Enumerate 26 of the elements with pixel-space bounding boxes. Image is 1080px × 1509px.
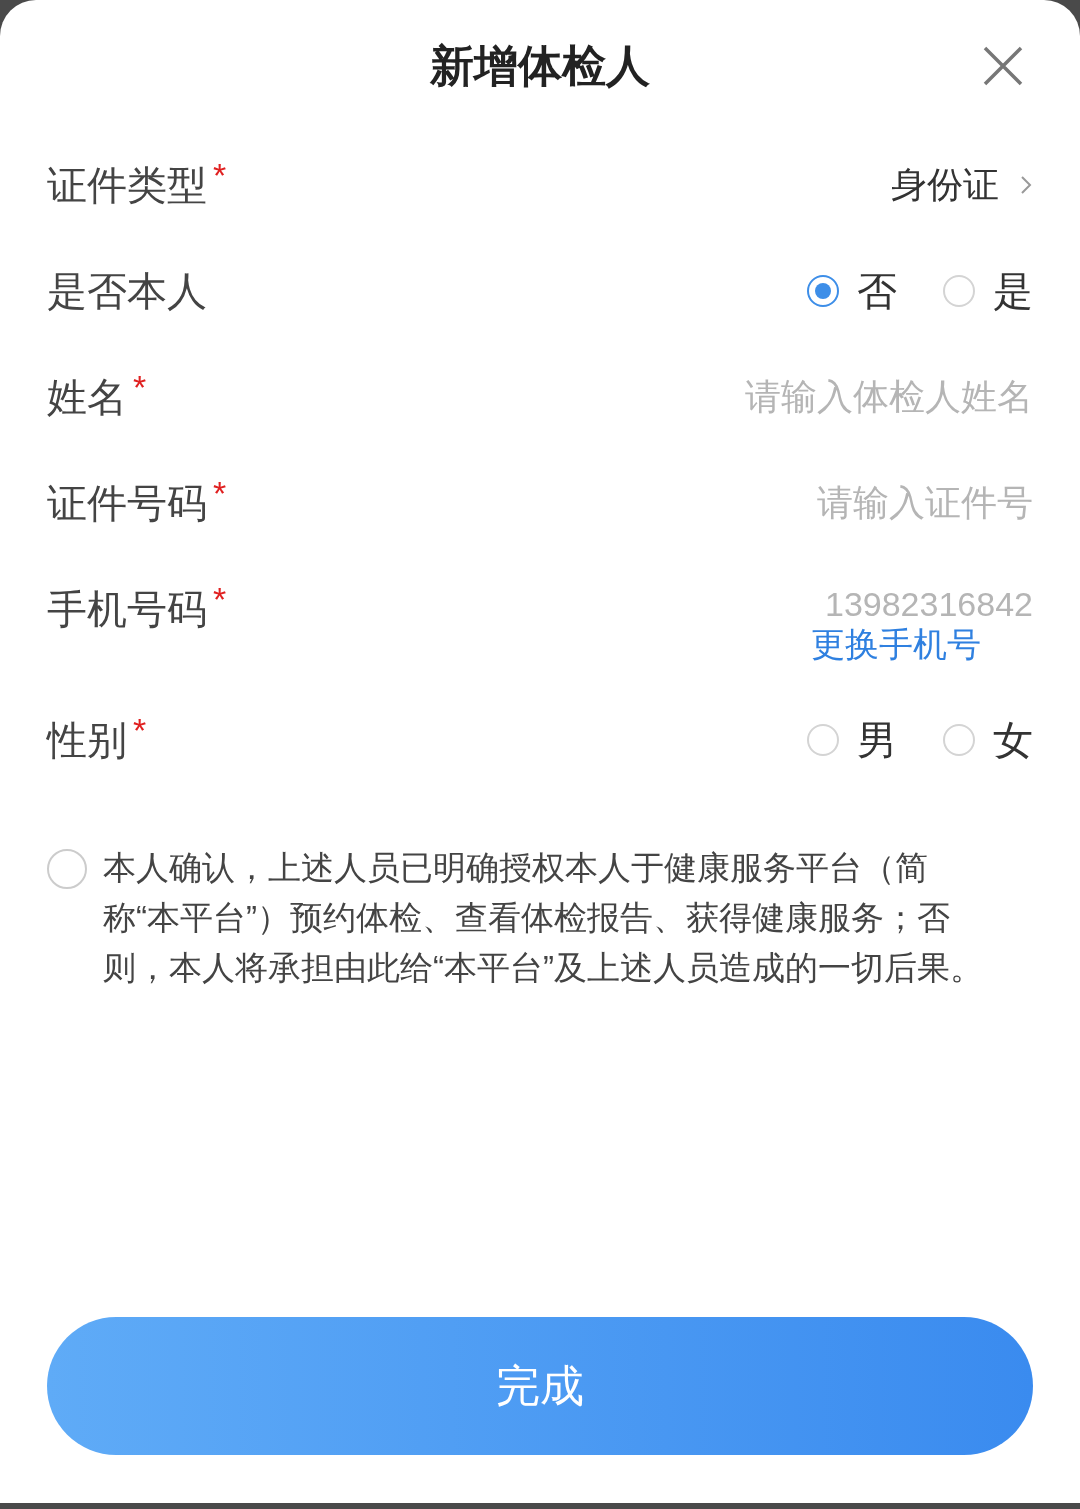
close-icon[interactable] (983, 46, 1023, 86)
option-label[interactable]: 否 (857, 261, 897, 321)
required-mark: * (213, 160, 227, 190)
required-mark: * (133, 372, 147, 402)
chevron-right-icon (1019, 174, 1033, 196)
option-label[interactable]: 是 (993, 261, 1033, 321)
field-label: 证件类型 (47, 162, 207, 209)
field-label: 性别 (47, 717, 127, 764)
consent-text: 本人确认，上述人员已明确授权本人于健康服务平台（简称“本平台”）预约体检、查看体检报告、获得健康服务；否则，本人将承担由此给“本平台”及上述人员造成的一切后果。 (103, 848, 984, 988)
option-label[interactable]: 男 (857, 710, 897, 770)
field-label: 证件号码 (47, 480, 207, 527)
change-phone-link[interactable]: 更换手机号 (811, 624, 981, 664)
text-input-field[interactable]: 请输入证件号 (433, 476, 1033, 530)
id-type-select[interactable]: 身份证 (891, 158, 1033, 212)
required-mark: * (213, 478, 227, 508)
field-label: 姓名 (47, 374, 127, 421)
required-mark: * (213, 584, 227, 614)
field-label: 是否本人 (47, 268, 207, 315)
option-label[interactable]: 女 (993, 710, 1033, 770)
phone-number: 13982316842 (825, 584, 1033, 624)
required-mark: * (133, 715, 147, 745)
text-input-field[interactable]: 请输入体检人姓名 (433, 370, 1033, 424)
field-label: 手机号码 (47, 586, 207, 633)
radio-button[interactable] (807, 275, 839, 307)
consent-checkbox[interactable] (47, 849, 87, 889)
dialog-title: 新增体检人 (430, 40, 650, 92)
